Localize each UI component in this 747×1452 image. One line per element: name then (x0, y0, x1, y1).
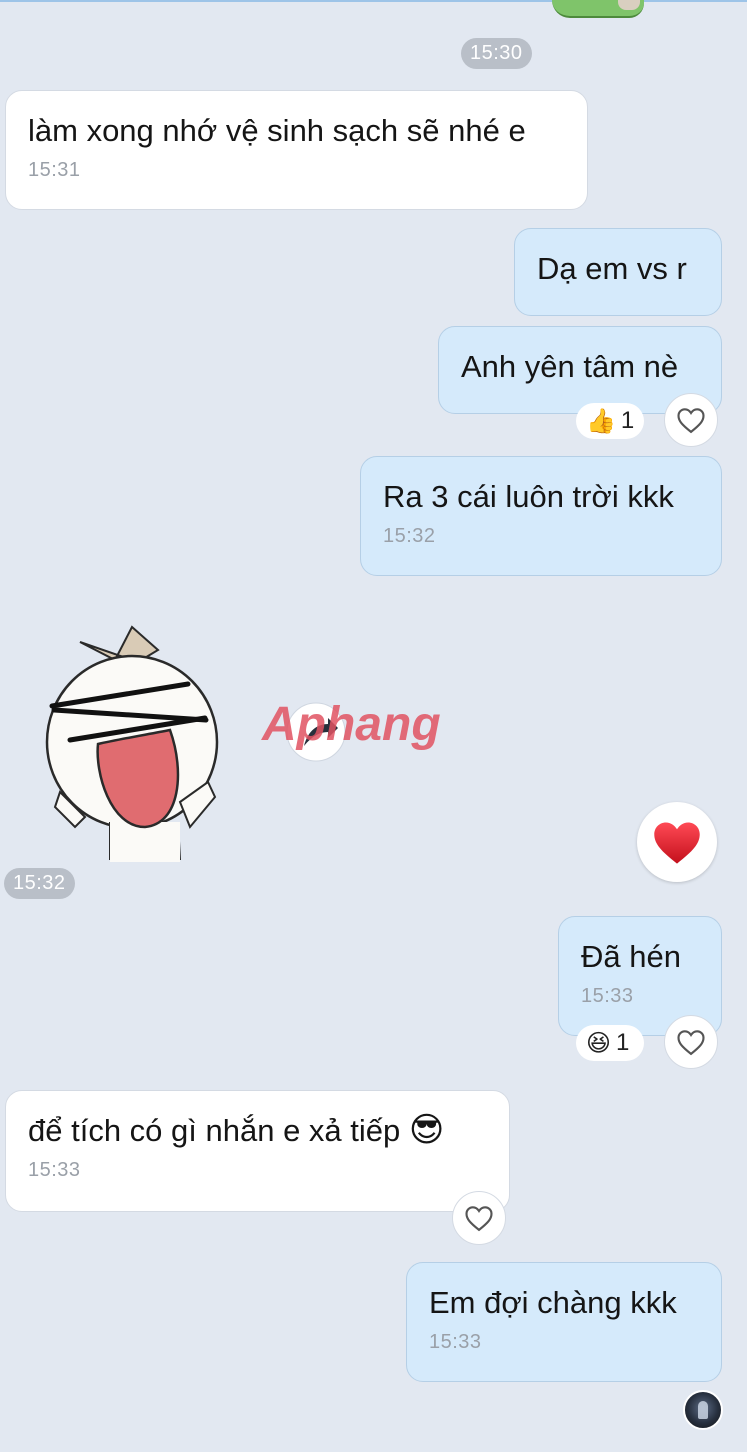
reaction-summary[interactable]: 👍 1 (576, 403, 644, 439)
incoming-message[interactable]: để tích có gì nhắn e xả tiếp 😎 15:33 (5, 1090, 510, 1212)
sticker-time: 15:32 (4, 868, 75, 899)
thumbs-up-icon: 👍 (586, 407, 616, 435)
message-text: Ra 3 cái luôn trời kkk (383, 479, 674, 514)
message-time: 15:33 (581, 985, 634, 1007)
message-text-body: để tích có gì nhắn e xả tiếp (28, 1113, 401, 1148)
react-heart-button[interactable] (664, 393, 718, 447)
heart-outline-icon (465, 1206, 493, 1232)
reaction-count: 1 (616, 1029, 630, 1056)
laughing-face-icon: 😆 (586, 1029, 612, 1057)
message-text: Đã hén (581, 939, 681, 974)
message-time: 15:33 (28, 1159, 81, 1181)
message-text: Em đợi chàng kkk (429, 1285, 677, 1320)
message-text: Dạ em vs r (537, 251, 687, 286)
watermark-text: Aphang (261, 698, 441, 751)
onion-head-sticker[interactable] (40, 622, 225, 862)
partial-sticker[interactable] (552, 0, 644, 18)
message-time: 15:33 (429, 1331, 482, 1353)
incoming-message[interactable]: làm xong nhớ vệ sinh sạch sẽ nhé e 15:31 (5, 90, 588, 210)
outgoing-message[interactable]: Ra 3 cái luôn trời kkk 15:32 (360, 456, 722, 576)
watermark-logo: Aphang (261, 698, 441, 762)
message-text: Anh yên tâm nè (461, 349, 679, 384)
time-separator: 15:30 (461, 38, 532, 69)
message-text: làm xong nhớ vệ sinh sạch sẽ nhé e (28, 113, 526, 148)
heart-outline-icon (677, 1030, 705, 1056)
react-heart-button[interactable] (664, 1015, 718, 1069)
message-time: 15:32 (383, 525, 436, 547)
heart-icon (654, 822, 700, 864)
sticker-heart-reaction[interactable] (637, 802, 717, 882)
sunglasses-face-icon: 😎 (408, 1110, 445, 1150)
react-heart-button[interactable] (452, 1191, 506, 1245)
heart-outline-icon (677, 408, 705, 434)
seen-avatar[interactable] (683, 1390, 723, 1430)
reaction-summary[interactable]: 😆 1 (576, 1025, 644, 1061)
outgoing-message[interactable]: Dạ em vs r (514, 228, 722, 316)
reaction-count: 1 (620, 407, 635, 434)
message-text: để tích có gì nhắn e xả tiếp 😎 (28, 1109, 487, 1153)
message-time: 15:31 (28, 159, 81, 181)
outgoing-message[interactable]: Em đợi chàng kkk 15:33 (406, 1262, 722, 1382)
